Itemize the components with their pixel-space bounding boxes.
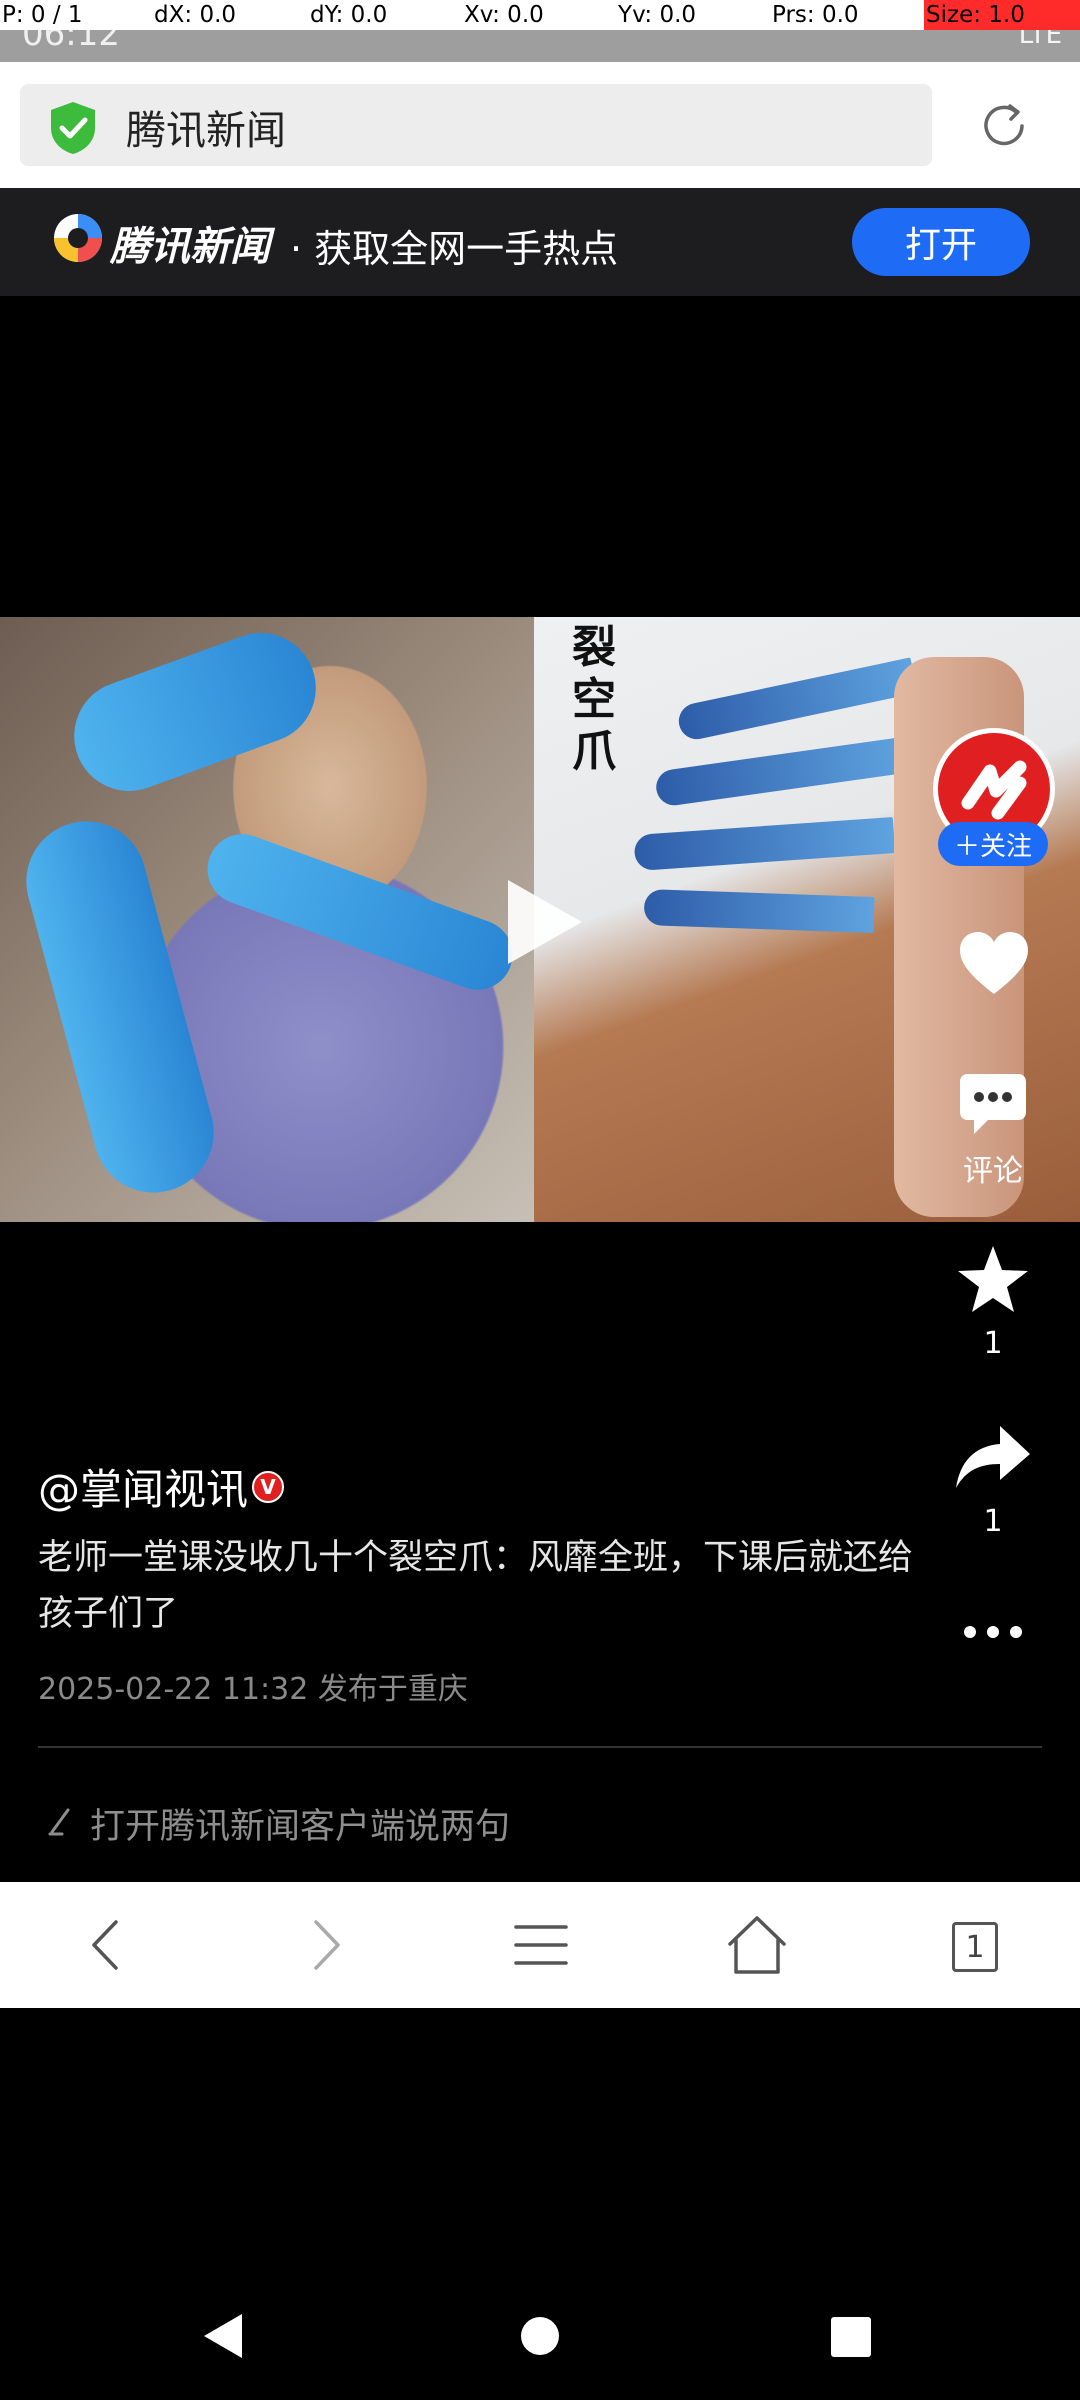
paper-claw: [58, 617, 332, 807]
play-icon[interactable]: [508, 880, 582, 964]
tencent-news-logo-icon: [54, 214, 102, 262]
favorite-count: 1: [983, 1326, 1003, 1361]
paper-claw: [643, 888, 875, 933]
brand-name: 腾讯新闻: [110, 224, 270, 270]
reload-icon[interactable]: [976, 98, 1032, 154]
home-icon[interactable]: [722, 1910, 792, 1980]
debug-size: Size: 1.0: [924, 0, 1080, 30]
shield-check-icon: [51, 102, 95, 154]
nav-home-icon[interactable]: [520, 2316, 560, 2356]
video-frame-left: [0, 617, 534, 1222]
comment-bubble-icon[interactable]: [958, 1072, 1028, 1136]
back-icon[interactable]: [72, 1910, 142, 1980]
forward-icon[interactable]: [290, 1910, 360, 1980]
debug-pointer: P: 0 / 1: [2, 2, 83, 28]
debug-prs: Prs: 0.0: [772, 2, 859, 28]
paper-claw: [653, 737, 907, 808]
follow-label: 关注: [980, 831, 1033, 862]
banner-slogan: · 获取全网一手热点: [290, 227, 619, 271]
nav-recents-icon[interactable]: [830, 2316, 872, 2358]
video-caption: 裂空爪: [572, 622, 616, 777]
menu-icon[interactable]: [506, 1910, 576, 1980]
post-meta: 2025-02-22 11:32 发布于重庆: [38, 1672, 468, 1707]
paper-claw: [675, 657, 918, 743]
paper-claw: [12, 807, 228, 1207]
paper-claw: [197, 824, 523, 1000]
favorite-star-icon[interactable]: [956, 1244, 1030, 1314]
open-app-button[interactable]: 打开: [852, 208, 1030, 276]
url-title: 腾讯新闻: [126, 108, 286, 154]
like-heart-icon[interactable]: [958, 930, 1030, 996]
pointer-debug-bar: P: 0 / 1 dX: 0.0 dY: 0.0 Xv: 0.0 Yv: 0.0…: [0, 0, 1080, 30]
follow-button[interactable]: ＋关注: [938, 822, 1048, 866]
tabs-count: 1: [952, 1922, 998, 1972]
plus-icon: ＋: [953, 831, 980, 862]
debug-dx: dX: 0.0: [154, 2, 237, 28]
author-name[interactable]: @掌闻视讯: [38, 1456, 248, 1517]
paper-claw: [633, 817, 896, 872]
post-title: 老师一堂课没收几十个裂空爪：风靡全班，下课后就还给孩子们了: [38, 1538, 914, 1634]
pencil-icon: [48, 1808, 70, 1836]
comment-label: 评论: [963, 1154, 1023, 1189]
nav-back-icon[interactable]: [202, 2312, 246, 2360]
debug-yv: Yv: 0.0: [618, 2, 697, 28]
share-count: 1: [983, 1504, 1003, 1539]
comment-prompt[interactable]: 打开腾讯新闻客户端说两句: [90, 1798, 510, 1849]
verified-badge-icon: V: [252, 1471, 284, 1503]
more-icon[interactable]: [962, 1624, 1024, 1640]
debug-xv: Xv: 0.0: [464, 2, 544, 28]
tabs-button[interactable]: 1: [938, 1910, 1008, 1980]
divider: [38, 1746, 1042, 1748]
share-arrow-icon[interactable]: [954, 1424, 1032, 1490]
debug-dy: dY: 0.0: [310, 2, 388, 28]
